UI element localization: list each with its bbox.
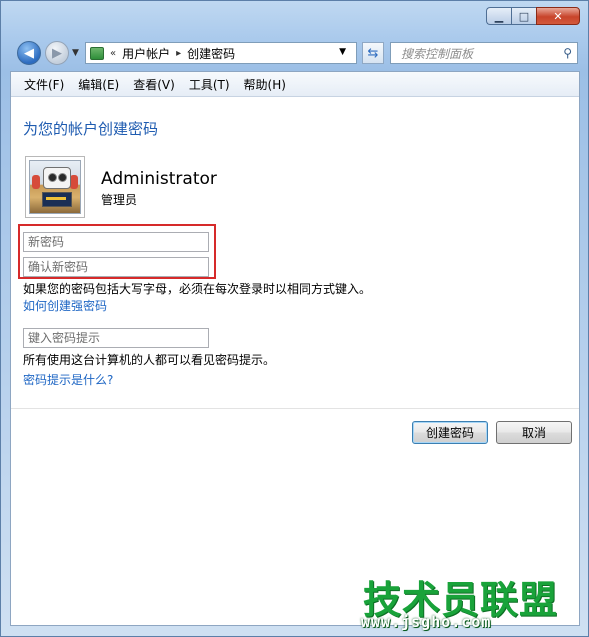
caption-buttons: ▁ □ ✕ [486,7,580,25]
close-button[interactable]: ✕ [536,7,580,25]
address-dropdown-icon[interactable]: ▼ [339,47,346,57]
confirm-password-field[interactable] [23,257,209,277]
control-panel-window: ▁ □ ✕ ◀ ▶ ▼ « 用户帐户 ▸ 创建密码 ▼ ⇆ ⚲ 文件(F) [0,0,589,637]
robot-avatar-icon [29,160,81,214]
watermark-url: www.jsgho.com [361,613,492,631]
strong-password-link[interactable]: 如何创建强密码 [23,297,107,314]
refresh-button[interactable]: ⇆ [362,42,384,64]
case-sensitivity-note: 如果您的密码包括大写字母，必须在每次登录时以相同方式键入。 [23,282,372,296]
control-panel-icon [90,46,104,60]
search-box[interactable]: ⚲ [390,42,578,64]
menu-file[interactable]: 文件(F) [17,76,71,93]
page-title: 为您的帐户创建密码 [23,120,159,138]
search-input[interactable] [399,44,563,64]
create-password-button[interactable]: 创建密码 [412,421,488,444]
user-role: 管理员 [101,193,138,207]
hint-visibility-note: 所有使用这台计算机的人都可以看见密码提示。 [23,353,276,367]
user-name: Administrator [101,169,217,189]
password-hint-help-link[interactable]: 密码提示是什么? [23,371,113,388]
menu-bar: 文件(F) 编辑(E) 查看(V) 工具(T) 帮助(H) [11,72,579,97]
forward-arrow-icon: ▶ [52,45,62,61]
minimize-button[interactable]: ▁ [486,7,511,25]
breadcrumb-separator-icon[interactable]: ▸ [176,48,181,59]
menu-tools[interactable]: 工具(T) [182,76,237,93]
navigation-bar: ◀ ▶ ▼ « 用户帐户 ▸ 创建密码 ▼ ⇆ ⚲ [1,38,588,68]
avatar [25,156,85,218]
breadcrumb-prefix[interactable]: « [110,48,116,59]
breadcrumb-user-accounts[interactable]: 用户帐户 [122,45,170,62]
maximize-button[interactable]: □ [511,7,536,25]
menu-help[interactable]: 帮助(H) [237,76,293,93]
search-icon[interactable]: ⚲ [563,46,572,60]
content-pane: 文件(F) 编辑(E) 查看(V) 工具(T) 帮助(H) 为您的帐户创建密码 … [10,71,580,626]
cancel-button[interactable]: 取消 [496,421,572,444]
address-bar[interactable]: « 用户帐户 ▸ 创建密码 ▼ [85,42,357,64]
back-arrow-icon: ◀ [24,45,34,61]
divider [11,408,579,409]
breadcrumb-create-password[interactable]: 创建密码 [187,45,235,62]
menu-edit[interactable]: 编辑(E) [71,76,126,93]
menu-view[interactable]: 查看(V) [126,76,182,93]
password-hint-field[interactable] [23,328,209,348]
refresh-icon: ⇆ [367,45,379,61]
back-button[interactable]: ◀ [17,41,41,65]
new-password-field[interactable] [23,232,209,252]
forward-button[interactable]: ▶ [45,41,69,65]
recent-pages-dropdown-icon[interactable]: ▼ [72,48,79,58]
